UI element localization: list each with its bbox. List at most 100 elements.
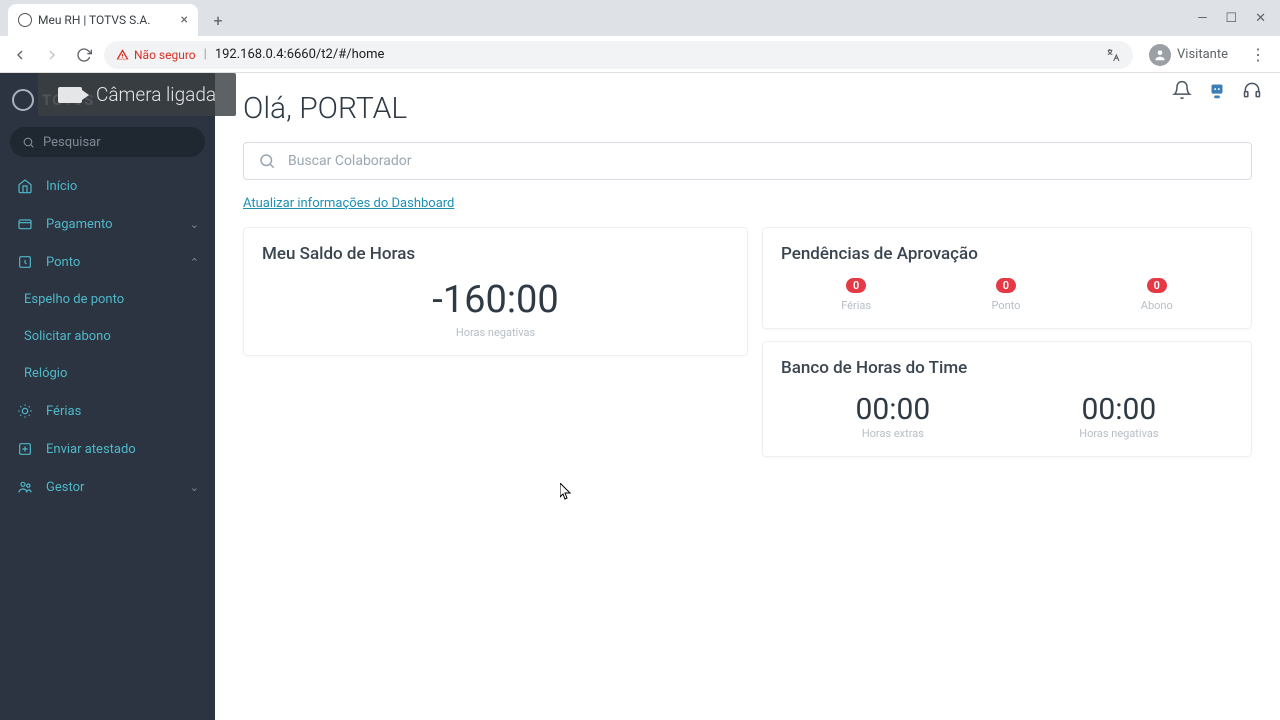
search-icon (22, 136, 35, 149)
new-tab-button[interactable]: + (204, 6, 232, 34)
sidebar: TOTVS Pesquisar Início Pagamento ⌄ Ponto… (0, 73, 215, 720)
translate-icon[interactable] (1105, 47, 1121, 63)
nav-relogio[interactable]: Relógio (0, 355, 215, 392)
pend-badge: 0 (1147, 278, 1167, 293)
nav-label: Férias (46, 404, 81, 419)
greeting: Olá, PORTAL (243, 91, 1252, 126)
clock-icon (16, 254, 34, 270)
nav-ferias[interactable]: Férias (0, 392, 215, 430)
nav-label: Pagamento (46, 217, 113, 232)
bank-value: 00:00 (856, 392, 931, 427)
reload-button[interactable] (72, 43, 96, 67)
camera-overlay: Câmera ligada (38, 73, 236, 116)
nav-espelho-ponto[interactable]: Espelho de ponto (0, 281, 215, 318)
tab-close-icon[interactable]: × (181, 12, 188, 28)
card-banco-horas: Banco de Horas do Time 00:00 Horas extra… (762, 341, 1252, 457)
header-icons (1172, 79, 1262, 101)
window-controls: — ☐ ✕ (1197, 0, 1280, 36)
chevron-down-icon: ⌄ (190, 481, 199, 494)
pend-badge: 0 (996, 278, 1016, 293)
warning-icon (116, 48, 129, 61)
camera-overlay-text: Câmera ligada (96, 83, 216, 106)
nav-label: Enviar atestado (46, 442, 136, 457)
card-title: Meu Saldo de Horas (262, 244, 729, 264)
headset-icon[interactable] (1242, 80, 1262, 100)
nav-label: Ponto (46, 255, 80, 270)
logo-icon (12, 89, 34, 111)
address-bar: Não seguro | 192.168.0.4:6660/t2/#/home … (0, 36, 1280, 73)
saldo-label: Horas negativas (262, 326, 729, 339)
profile-chip[interactable]: Visitante (1141, 44, 1236, 66)
search-icon (258, 152, 276, 170)
card-pendencias: Pendências de Aprovação 0 Férias 0 Ponto… (762, 227, 1252, 329)
saldo-value: -160:00 (262, 278, 729, 322)
bell-icon[interactable] (1172, 80, 1192, 100)
tab-title: Meu RH | TOTVS S.A. (38, 13, 150, 27)
minimize-icon[interactable]: — (1197, 11, 1207, 26)
card-title: Pendências de Aprovação (781, 244, 1233, 264)
dashboard-right: Pendências de Aprovação 0 Férias 0 Ponto… (762, 227, 1252, 457)
url-field[interactable]: Não seguro | 192.168.0.4:6660/t2/#/home (104, 41, 1133, 69)
home-icon (16, 178, 34, 194)
pend-label: Férias (841, 299, 871, 312)
collaborator-search-placeholder: Buscar Colaborador (288, 153, 412, 169)
nav-label: Gestor (46, 480, 84, 495)
chevron-up-icon: ⌃ (190, 256, 199, 269)
nav-pagamento[interactable]: Pagamento ⌄ (0, 205, 215, 243)
url-divider: | (204, 47, 207, 62)
pend-item-ponto[interactable]: 0 Ponto (991, 278, 1020, 312)
nav-label: Início (46, 179, 77, 194)
main-content: Olá, PORTAL Buscar Colaborador Atualizar… (215, 73, 1280, 720)
browser-menu-icon[interactable]: ⋮ (1244, 45, 1272, 64)
pend-label: Abono (1141, 299, 1173, 312)
nav-inicio[interactable]: Início (0, 167, 215, 205)
people-icon (16, 479, 34, 495)
tab-bar: Meu RH | TOTVS S.A. × + — ☐ ✕ (0, 0, 1280, 36)
url-text: 192.168.0.4:6660/t2/#/home (215, 47, 385, 62)
assistant-icon[interactable] (1206, 79, 1228, 101)
pend-item-abono[interactable]: 0 Abono (1141, 278, 1173, 312)
dashboard: Meu Saldo de Horas -160:00 Horas negativ… (243, 227, 1252, 457)
maximize-icon[interactable]: ☐ (1225, 11, 1237, 26)
sun-icon (16, 403, 34, 419)
nav-sub-label: Solicitar abono (24, 329, 111, 344)
card-title: Banco de Horas do Time (781, 358, 1233, 378)
nav-sub-label: Espelho de ponto (24, 292, 124, 307)
close-window-icon[interactable]: ✕ (1255, 11, 1266, 26)
pend-item-ferias[interactable]: 0 Férias (841, 278, 871, 312)
camera-icon (58, 87, 82, 103)
app-root: TOTVS Pesquisar Início Pagamento ⌄ Ponto… (0, 73, 1280, 720)
sidebar-nav: Início Pagamento ⌄ Ponto ⌃ Espelho de po… (0, 167, 215, 506)
bank-item-negativas: 00:00 Horas negativas (1079, 392, 1158, 440)
pend-label: Ponto (991, 299, 1020, 312)
mouse-cursor-icon (560, 483, 572, 501)
chevron-down-icon: ⌄ (190, 218, 199, 231)
insecure-label: Não seguro (134, 48, 196, 62)
plus-box-icon (16, 441, 34, 457)
bank-value: 00:00 (1082, 392, 1157, 427)
dashboard-left: Meu Saldo de Horas -160:00 Horas negativ… (243, 227, 748, 457)
pend-badge: 0 (846, 278, 866, 293)
nav-solicitar-abono[interactable]: Solicitar abono (0, 318, 215, 355)
nav-ponto[interactable]: Ponto ⌃ (0, 243, 215, 281)
browser-chrome: Meu RH | TOTVS S.A. × + — ☐ ✕ Não seguro… (0, 0, 1280, 73)
nav-gestor[interactable]: Gestor ⌄ (0, 468, 215, 506)
back-button[interactable] (8, 43, 32, 67)
browser-tab[interactable]: Meu RH | TOTVS S.A. × (8, 4, 198, 36)
person-icon (1149, 44, 1171, 66)
nav-sub-label: Relógio (24, 366, 67, 381)
insecure-badge: Não seguro (116, 48, 196, 62)
bank-label: Horas extras (862, 427, 924, 440)
collaborator-search[interactable]: Buscar Colaborador (243, 142, 1252, 180)
card-saldo-horas: Meu Saldo de Horas -160:00 Horas negativ… (243, 227, 748, 356)
update-dashboard-link[interactable]: Atualizar informações do Dashboard (243, 196, 454, 211)
forward-button[interactable] (40, 43, 64, 67)
bank-label: Horas negativas (1079, 427, 1158, 440)
wallet-icon (16, 216, 34, 232)
tab-favicon-icon (18, 13, 32, 27)
bank-item-extras: 00:00 Horas extras (856, 392, 931, 440)
sidebar-search-placeholder: Pesquisar (43, 135, 101, 150)
nav-enviar-atestado[interactable]: Enviar atestado (0, 430, 215, 468)
sidebar-search[interactable]: Pesquisar (10, 127, 205, 157)
visitor-label: Visitante (1177, 47, 1228, 62)
